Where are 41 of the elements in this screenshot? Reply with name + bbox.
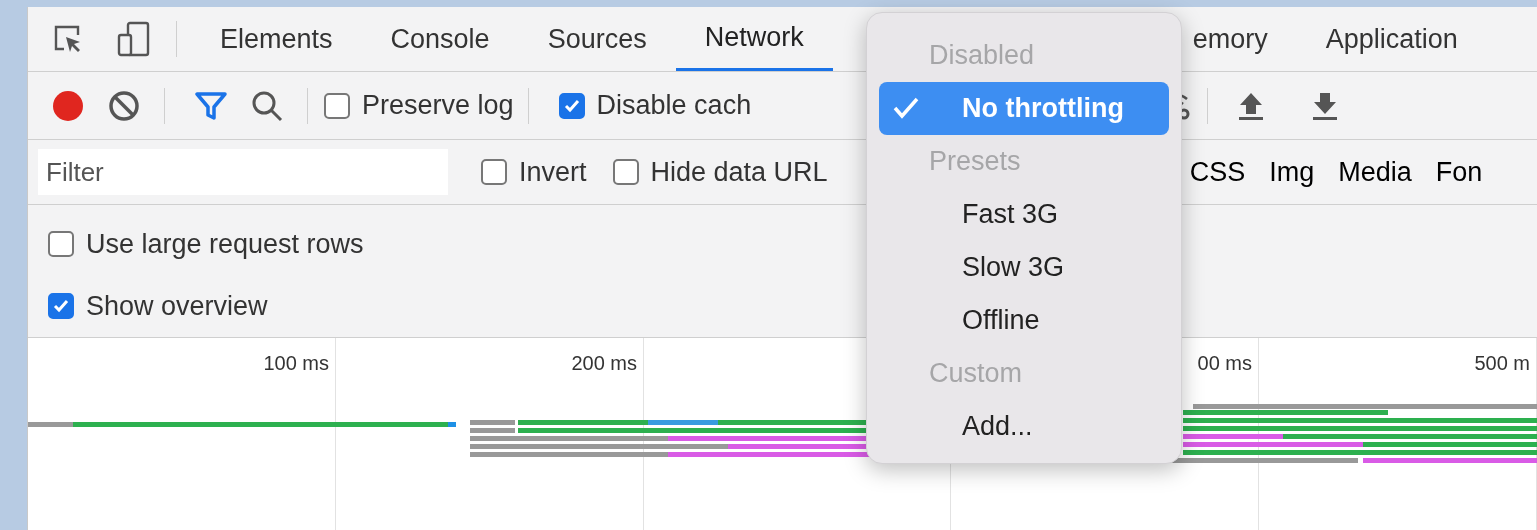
clear-icon[interactable] bbox=[108, 89, 140, 122]
resource-type-filter[interactable]: Media bbox=[1326, 151, 1424, 193]
menu-item[interactable]: Slow 3G bbox=[879, 241, 1169, 294]
option-checkbox[interactable] bbox=[48, 293, 74, 319]
resource-type-filter[interactable]: Fon bbox=[1423, 151, 1495, 193]
checkmark-icon bbox=[893, 96, 919, 120]
hide-data-urls-label: Hide data URL bbox=[650, 155, 828, 189]
menu-section-header: Custom bbox=[928, 357, 1024, 391]
time-tick-label: 00 ms bbox=[1197, 351, 1252, 376]
panel-tab[interactable]: Elements bbox=[191, 7, 362, 71]
preserve-log-label: Preserve log bbox=[362, 89, 514, 123]
time-tick-label: 500 m bbox=[1474, 351, 1530, 376]
checkmark-icon bbox=[52, 297, 70, 315]
filter-icon[interactable] bbox=[195, 90, 227, 121]
invert-checkbox[interactable] bbox=[481, 159, 507, 185]
option-label: Show overview bbox=[86, 289, 268, 323]
disable-cache-checkbox[interactable] bbox=[558, 92, 585, 119]
time-tick-label: 200 ms bbox=[571, 351, 637, 376]
preserve-log-checkbox[interactable] bbox=[324, 92, 350, 119]
panel-tab[interactable]: Application bbox=[1296, 7, 1487, 71]
menu-section-header: Disabled bbox=[928, 39, 1036, 73]
menu-item[interactable]: Offline bbox=[879, 294, 1169, 347]
filter-field[interactable]: Filter bbox=[38, 149, 448, 195]
record-icon[interactable] bbox=[52, 89, 84, 122]
disable-cache-label: Disable cach bbox=[596, 89, 752, 123]
time-tick-label: 100 ms bbox=[263, 351, 329, 376]
hide-data-urls-checkbox[interactable] bbox=[612, 159, 639, 185]
panel-tab[interactable]: Console bbox=[361, 7, 519, 71]
option-label: Use large request rows bbox=[86, 227, 364, 261]
invert-label: Invert bbox=[519, 155, 587, 189]
panel-tab[interactable]: emory bbox=[1192, 7, 1297, 71]
search-icon[interactable] bbox=[251, 89, 283, 122]
resource-type-filter[interactable]: Img bbox=[1257, 151, 1327, 193]
menu-section-header: Presets bbox=[928, 145, 1022, 179]
panel-tab[interactable]: Sources bbox=[518, 7, 676, 71]
resource-type-filter[interactable]: CSS bbox=[1177, 151, 1258, 193]
device-toolbar-icon[interactable] bbox=[116, 21, 152, 57]
menu-item[interactable]: Add... bbox=[879, 400, 1169, 453]
download-icon[interactable] bbox=[1312, 90, 1339, 121]
option-checkbox[interactable] bbox=[48, 231, 74, 257]
menu-item[interactable]: Fast 3G bbox=[879, 188, 1169, 241]
